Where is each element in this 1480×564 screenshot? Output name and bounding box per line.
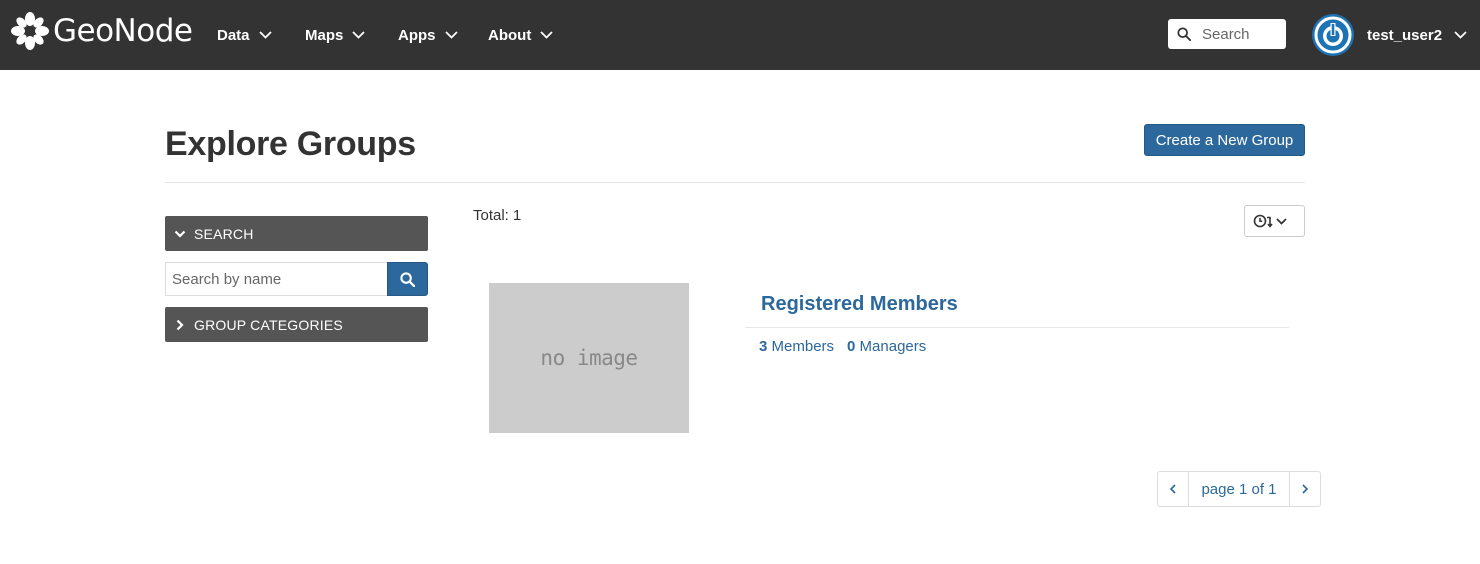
user-menu[interactable]: test_user2 bbox=[1312, 14, 1467, 56]
managers-link[interactable]: 0 Managers bbox=[847, 338, 926, 355]
previous-page-button[interactable] bbox=[1158, 472, 1189, 506]
total-label: Total: bbox=[473, 207, 509, 224]
group-categories-panel-toggle[interactable]: GROUP CATEGORIES bbox=[165, 307, 428, 342]
nav-about-label: About bbox=[488, 26, 532, 44]
search-icon bbox=[400, 271, 415, 287]
name-search-button[interactable] bbox=[387, 262, 428, 296]
top-navbar: GeoNode Data Maps Apps About test bbox=[0, 0, 1480, 70]
nav-data-label: Data bbox=[217, 26, 250, 44]
members-label: Members bbox=[771, 338, 835, 355]
avatar bbox=[1312, 14, 1354, 56]
group-thumbnail[interactable]: no image bbox=[489, 283, 689, 433]
nav-data-menu[interactable]: Data bbox=[217, 22, 272, 48]
create-new-group-button[interactable]: Create a New Group bbox=[1144, 124, 1305, 156]
total-value: 1 bbox=[512, 207, 522, 224]
search-panel-label: SEARCH bbox=[194, 225, 254, 242]
pagination: page 1 of 1 bbox=[1157, 471, 1321, 507]
nav-maps-menu[interactable]: Maps bbox=[305, 22, 365, 48]
user-name: test_user2 bbox=[1367, 26, 1443, 44]
nav-about-menu[interactable]: About bbox=[488, 22, 553, 48]
nav-apps-label: Apps bbox=[398, 26, 436, 44]
chevron-down-icon bbox=[174, 230, 186, 238]
navbar-search-box[interactable] bbox=[1168, 19, 1286, 49]
group-stats: 3 Members 0 Managers bbox=[759, 338, 926, 355]
geonode-logo[interactable]: GeoNode bbox=[10, 10, 193, 52]
managers-count: 0 bbox=[847, 338, 856, 355]
group-divider bbox=[745, 327, 1289, 328]
nav-maps-label: Maps bbox=[305, 26, 344, 44]
chevron-right-icon bbox=[176, 319, 184, 330]
thumbnail-placeholder-text: no image bbox=[540, 346, 638, 370]
brand-name: GeoNode bbox=[53, 13, 193, 49]
header-divider bbox=[165, 182, 1305, 183]
chevron-down-icon bbox=[540, 31, 553, 39]
search-icon bbox=[1177, 27, 1191, 42]
sort-dropdown-button[interactable] bbox=[1244, 205, 1305, 237]
page-title: Explore Groups bbox=[165, 125, 416, 163]
group-title-link[interactable]: Registered Members bbox=[761, 293, 958, 316]
members-count: 3 bbox=[759, 338, 768, 355]
chevron-down-icon bbox=[1454, 31, 1467, 39]
nav-apps-menu[interactable]: Apps bbox=[398, 22, 458, 48]
next-page-button[interactable] bbox=[1289, 472, 1320, 506]
results-total: Total: 1 bbox=[473, 207, 521, 224]
chevron-down-icon bbox=[352, 31, 365, 39]
chevron-down-icon bbox=[258, 31, 272, 39]
name-search-form bbox=[165, 262, 428, 296]
members-link[interactable]: 3 Members bbox=[759, 338, 834, 355]
search-by-name-input[interactable] bbox=[165, 262, 387, 296]
geonode-flower-icon bbox=[11, 12, 49, 50]
chevron-left-icon bbox=[1169, 484, 1176, 494]
search-panel-toggle[interactable]: SEARCH bbox=[165, 216, 428, 251]
managers-label: Managers bbox=[859, 338, 927, 355]
page-indicator: page 1 of 1 bbox=[1201, 480, 1277, 498]
clock-sort-icon bbox=[1253, 214, 1287, 228]
group-categories-label: GROUP CATEGORIES bbox=[194, 316, 343, 333]
chevron-down-icon bbox=[444, 31, 458, 39]
chevron-right-icon bbox=[1302, 484, 1309, 494]
navbar-search-input[interactable] bbox=[1202, 25, 1286, 43]
